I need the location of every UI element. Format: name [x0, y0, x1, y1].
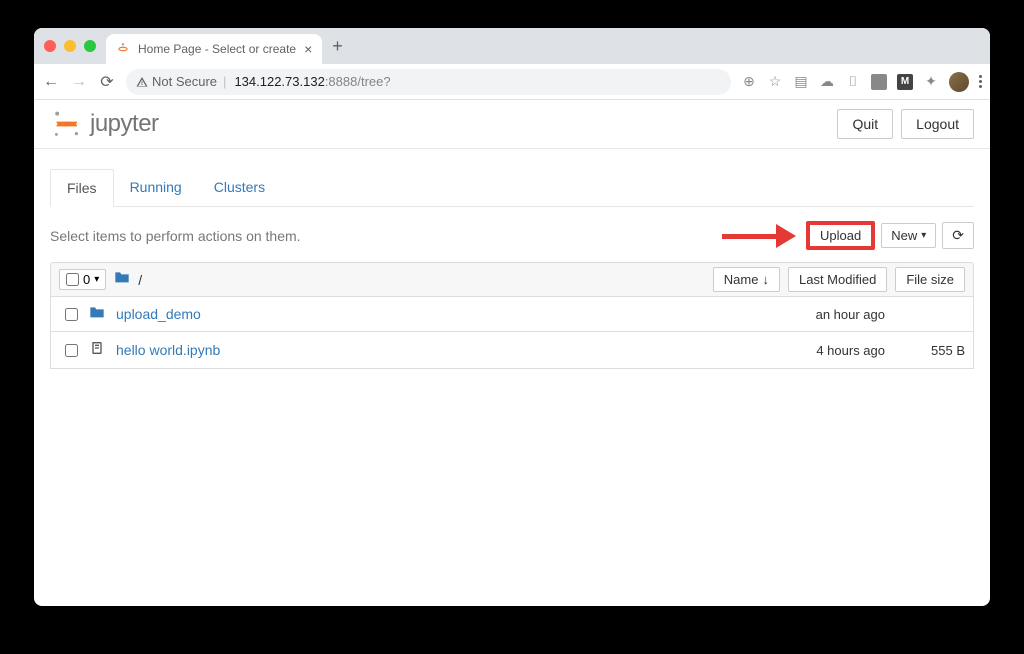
cloud-icon[interactable]: ☁ — [819, 74, 835, 90]
bookmark-icon[interactable]: ☆ — [767, 74, 783, 90]
quit-button[interactable]: Quit — [837, 109, 893, 139]
page-content: jupyter Quit Logout Files Running Cluste… — [34, 100, 990, 606]
browser-window: Home Page - Select or create × + ← → ⟳ N… — [34, 28, 990, 606]
reload-icon[interactable]: ⟳ — [98, 72, 116, 92]
dashboard-tabs: Files Running Clusters — [50, 169, 974, 207]
folder-icon — [88, 305, 106, 323]
jupyter-logo-text: jupyter — [90, 110, 159, 138]
jupyter-header: jupyter Quit Logout — [34, 100, 990, 149]
upload-button[interactable]: Upload — [806, 221, 875, 250]
file-size: 555 B — [895, 343, 965, 358]
refresh-button[interactable]: ⟳ — [942, 222, 974, 249]
not-secure-indicator[interactable]: Not Secure | — [136, 74, 228, 89]
annotation-arrow — [301, 228, 806, 244]
back-icon[interactable]: ← — [42, 73, 60, 91]
new-button[interactable]: New ▾ — [881, 223, 936, 248]
profile-avatar[interactable] — [949, 72, 969, 92]
row-checkbox[interactable] — [65, 308, 78, 321]
arrow-down-icon: ↓ — [762, 272, 769, 287]
toolbar-icons: ⊕ ☆ ▤ ☁ ⌷ M ✦ — [741, 72, 982, 92]
file-row: upload_demo an hour ago — [50, 297, 974, 332]
camera-icon[interactable]: ⌷ — [845, 74, 861, 90]
chevron-down-icon: ▾ — [921, 230, 926, 241]
tab-clusters[interactable]: Clusters — [198, 169, 281, 206]
window-controls — [44, 40, 106, 52]
action-hint: Select items to perform actions on them. — [50, 228, 301, 244]
chevron-down-icon: ▾ — [94, 274, 99, 285]
sort-size-button[interactable]: File size — [895, 267, 965, 292]
logout-button[interactable]: Logout — [901, 109, 974, 139]
tab-title: Home Page - Select or create — [138, 42, 296, 56]
file-modified: 4 hours ago — [755, 343, 885, 358]
close-window-icon[interactable] — [44, 40, 56, 52]
warning-icon — [136, 76, 148, 88]
minimize-window-icon[interactable] — [64, 40, 76, 52]
select-all-checkbox[interactable] — [66, 273, 79, 286]
tab-files[interactable]: Files — [50, 169, 114, 207]
file-link[interactable]: hello world.ipynb — [116, 342, 220, 358]
jupyter-logo[interactable]: jupyter — [50, 108, 159, 140]
arrow-icon — [722, 228, 796, 244]
action-row: Select items to perform actions on them.… — [50, 207, 974, 262]
extension-icon[interactable]: ▤ — [793, 74, 809, 90]
tab-bar: Home Page - Select or create × + — [34, 28, 990, 64]
puzzle-icon[interactable]: ✦ — [923, 74, 939, 90]
extension-m-icon[interactable]: M — [897, 74, 913, 90]
forward-icon[interactable]: → — [70, 73, 88, 91]
extension-square-icon[interactable] — [871, 74, 887, 90]
maximize-window-icon[interactable] — [84, 40, 96, 52]
file-row: hello world.ipynb 4 hours ago 555 B — [50, 332, 974, 369]
browser-tab[interactable]: Home Page - Select or create × — [106, 34, 322, 64]
breadcrumb-root[interactable]: / — [138, 272, 142, 288]
url-field[interactable]: Not Secure | 134.122.73.132:8888/tree? — [126, 69, 731, 95]
url-text: 134.122.73.132:8888/tree? — [234, 74, 390, 89]
selected-count: 0 — [83, 272, 90, 287]
jupyter-favicon-icon — [116, 42, 130, 56]
file-modified: an hour ago — [755, 307, 885, 322]
refresh-icon: ⟳ — [952, 227, 964, 244]
file-list-header: 0 ▾ / Name ↓ Last Modified File size — [50, 262, 974, 297]
tab-running[interactable]: Running — [114, 169, 198, 206]
folder-icon[interactable] — [114, 270, 130, 289]
sort-name-button[interactable]: Name ↓ — [713, 267, 780, 292]
notebook-icon — [88, 340, 106, 360]
row-checkbox[interactable] — [65, 344, 78, 357]
select-all-control[interactable]: 0 ▾ — [59, 269, 106, 290]
address-bar: ← → ⟳ Not Secure | 134.122.73.132:8888/t… — [34, 64, 990, 100]
file-link[interactable]: upload_demo — [116, 306, 201, 322]
new-tab-button[interactable]: + — [332, 36, 343, 57]
sort-modified-button[interactable]: Last Modified — [788, 267, 887, 292]
zoom-icon[interactable]: ⊕ — [741, 74, 757, 90]
menu-icon[interactable] — [979, 75, 982, 88]
jupyter-logo-icon — [50, 108, 82, 140]
tab-close-icon[interactable]: × — [304, 42, 312, 56]
